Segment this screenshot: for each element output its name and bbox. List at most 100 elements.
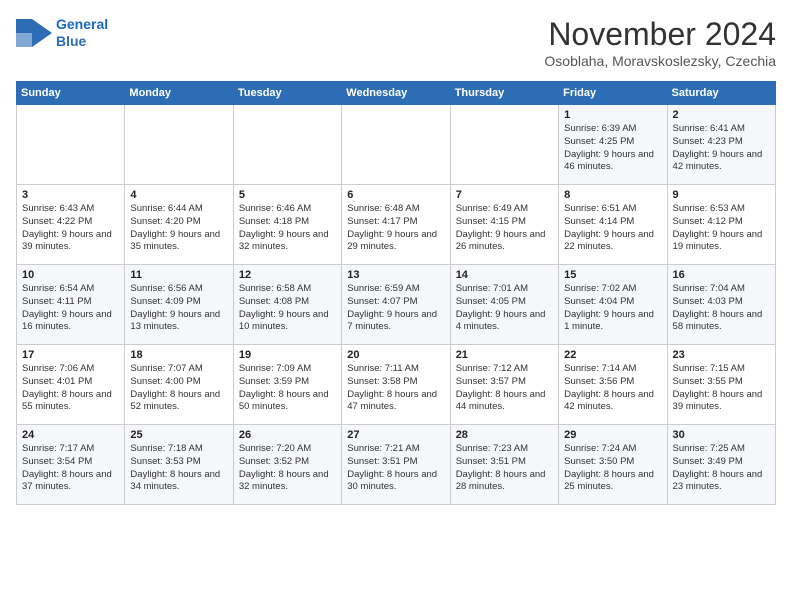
location: Osoblaha, Moravskoslezsky, Czechia bbox=[544, 53, 776, 69]
calendar-cell: 27Sunrise: 7:21 AM Sunset: 3:51 PM Dayli… bbox=[342, 425, 450, 505]
calendar-cell: 28 Sunrise: 7:23 AM Sunset: 3:51 PM Dayli… bbox=[450, 425, 558, 505]
col-header-sunday: Sunday bbox=[17, 82, 125, 105]
calendar-cell bbox=[17, 105, 125, 185]
calendar-cell: 11 Sunrise: 6:56 AM Sunset: 4:09 PM Dayli… bbox=[125, 265, 233, 345]
calendar-cell: 29 Sunrise: 7:24 AM Sunset: 3:50 PM Dayli… bbox=[559, 425, 667, 505]
calendar-cell: 21 Sunrise: 7:12 AM Sunset: 3:57 PM Dayli… bbox=[450, 345, 558, 425]
calendar-week-3: 10 Sunrise: 6:54 AM Sunset: 4:11 PM Dayli… bbox=[17, 265, 776, 345]
calendar-cell: 22Sunrise: 7:14 AM Sunset: 3:56 PM Dayli… bbox=[559, 345, 667, 425]
day-number: 11 bbox=[130, 269, 227, 281]
day-info: Sunrise: 6:54 AM Sunset: 4:11 PM Dayligh… bbox=[22, 283, 119, 334]
col-header-monday: Monday bbox=[125, 82, 233, 105]
day-info: Sunrise: 6:59 AM Sunset: 4:07 PM Dayligh… bbox=[347, 283, 444, 334]
day-info: Sunrise: 7:24 AM Sunset: 3:50 PM Dayligh… bbox=[564, 443, 661, 494]
calendar-cell: 10 Sunrise: 6:54 AM Sunset: 4:11 PM Dayli… bbox=[17, 265, 125, 345]
day-info: Sunrise: 6:56 AM Sunset: 4:09 PM Dayligh… bbox=[130, 283, 227, 334]
calendar-cell: 15 Sunrise: 7:02 AM Sunset: 4:04 PM Dayli… bbox=[559, 265, 667, 345]
day-info: Sunrise: 7:04 AM Sunset: 4:03 PM Dayligh… bbox=[673, 283, 770, 334]
calendar-cell: 20 Sunrise: 7:11 AM Sunset: 3:58 PM Dayli… bbox=[342, 345, 450, 425]
calendar-cell: 13 Sunrise: 6:59 AM Sunset: 4:07 PM Dayli… bbox=[342, 265, 450, 345]
day-info: Sunrise: 7:18 AM Sunset: 3:53 PM Dayligh… bbox=[130, 443, 227, 494]
day-info: Sunrise: 6:44 AM Sunset: 4:20 PM Dayligh… bbox=[130, 203, 227, 254]
calendar-cell bbox=[233, 105, 341, 185]
calendar-cell: 23Sunrise: 7:15 AM Sunset: 3:55 PM Dayli… bbox=[667, 345, 775, 425]
day-number: 20 bbox=[347, 349, 444, 361]
title-block: November 2024 Osoblaha, Moravskoslezsky,… bbox=[544, 16, 776, 69]
calendar-cell: 14Sunrise: 7:01 AM Sunset: 4:05 PM Dayli… bbox=[450, 265, 558, 345]
calendar-cell: 6 Sunrise: 6:48 AM Sunset: 4:17 PM Daylig… bbox=[342, 185, 450, 265]
day-info: Sunrise: 6:49 AM Sunset: 4:15 PM Dayligh… bbox=[456, 203, 553, 254]
day-info: Sunrise: 7:23 AM Sunset: 3:51 PM Dayligh… bbox=[456, 443, 553, 494]
calendar-cell: 30 Sunrise: 7:25 AM Sunset: 3:49 PM Dayli… bbox=[667, 425, 775, 505]
calendar-cell: 24 Sunrise: 7:17 AM Sunset: 3:54 PM Dayli… bbox=[17, 425, 125, 505]
day-number: 14 bbox=[456, 269, 553, 281]
day-info: Sunrise: 6:51 AM Sunset: 4:14 PM Dayligh… bbox=[564, 203, 661, 254]
calendar-table: SundayMondayTuesdayWednesdayThursdayFrid… bbox=[16, 81, 776, 505]
calendar-week-2: 3 Sunrise: 6:43 AM Sunset: 4:22 PM Daylig… bbox=[17, 185, 776, 265]
calendar-week-4: 17 Sunrise: 7:06 AM Sunset: 4:01 PM Dayli… bbox=[17, 345, 776, 425]
day-info: Sunrise: 6:43 AM Sunset: 4:22 PM Dayligh… bbox=[22, 203, 119, 254]
day-number: 24 bbox=[22, 429, 119, 441]
day-number: 16 bbox=[673, 269, 770, 281]
calendar-cell: 16 Sunrise: 7:04 AM Sunset: 4:03 PM Dayli… bbox=[667, 265, 775, 345]
day-info: Sunrise: 7:14 AM Sunset: 3:56 PM Dayligh… bbox=[564, 363, 661, 414]
day-info: Sunrise: 7:17 AM Sunset: 3:54 PM Dayligh… bbox=[22, 443, 119, 494]
calendar-header: SundayMondayTuesdayWednesdayThursdayFrid… bbox=[17, 82, 776, 105]
calendar-cell: 9 Sunrise: 6:53 AM Sunset: 4:12 PM Daylig… bbox=[667, 185, 775, 265]
day-info: Sunrise: 7:20 AM Sunset: 3:52 PM Dayligh… bbox=[239, 443, 336, 494]
calendar-cell: 5Sunrise: 6:46 AM Sunset: 4:18 PM Daylig… bbox=[233, 185, 341, 265]
day-number: 30 bbox=[673, 429, 770, 441]
day-info: Sunrise: 7:25 AM Sunset: 3:49 PM Dayligh… bbox=[673, 443, 770, 494]
calendar-cell bbox=[342, 105, 450, 185]
day-info: Sunrise: 7:12 AM Sunset: 3:57 PM Dayligh… bbox=[456, 363, 553, 414]
day-number: 7 bbox=[456, 189, 553, 201]
day-info: Sunrise: 7:02 AM Sunset: 4:04 PM Dayligh… bbox=[564, 283, 661, 334]
col-header-friday: Friday bbox=[559, 82, 667, 105]
day-number: 4 bbox=[130, 189, 227, 201]
day-info: Sunrise: 6:53 AM Sunset: 4:12 PM Dayligh… bbox=[673, 203, 770, 254]
calendar-cell: 4 Sunrise: 6:44 AM Sunset: 4:20 PM Daylig… bbox=[125, 185, 233, 265]
calendar-week-1: 1 Sunrise: 6:39 AM Sunset: 4:25 PM Daylig… bbox=[17, 105, 776, 185]
col-header-thursday: Thursday bbox=[450, 82, 558, 105]
day-info: Sunrise: 7:07 AM Sunset: 4:00 PM Dayligh… bbox=[130, 363, 227, 414]
calendar-cell: 1 Sunrise: 6:39 AM Sunset: 4:25 PM Daylig… bbox=[559, 105, 667, 185]
day-number: 1 bbox=[564, 109, 661, 121]
day-number: 2 bbox=[673, 109, 770, 121]
calendar-cell: 7 Sunrise: 6:49 AM Sunset: 4:15 PM Daylig… bbox=[450, 185, 558, 265]
day-info: Sunrise: 7:09 AM Sunset: 3:59 PM Dayligh… bbox=[239, 363, 336, 414]
calendar-cell: 17 Sunrise: 7:06 AM Sunset: 4:01 PM Dayli… bbox=[17, 345, 125, 425]
calendar-week-5: 24 Sunrise: 7:17 AM Sunset: 3:54 PM Dayli… bbox=[17, 425, 776, 505]
page-header: General Blue November 2024 Osoblaha, Mor… bbox=[16, 16, 776, 69]
logo-line2: Blue bbox=[56, 33, 86, 49]
calendar-cell bbox=[125, 105, 233, 185]
calendar-cell bbox=[450, 105, 558, 185]
day-info: Sunrise: 6:39 AM Sunset: 4:25 PM Dayligh… bbox=[564, 123, 661, 174]
logo: General Blue bbox=[16, 16, 108, 50]
day-number: 8 bbox=[564, 189, 661, 201]
calendar-cell: 26 Sunrise: 7:20 AM Sunset: 3:52 PM Dayli… bbox=[233, 425, 341, 505]
col-header-wednesday: Wednesday bbox=[342, 82, 450, 105]
day-info: Sunrise: 7:21 AM Sunset: 3:51 PM Dayligh… bbox=[347, 443, 444, 494]
col-header-saturday: Saturday bbox=[667, 82, 775, 105]
logo-icon bbox=[16, 19, 52, 47]
day-info: Sunrise: 6:58 AM Sunset: 4:08 PM Dayligh… bbox=[239, 283, 336, 334]
day-info: Sunrise: 6:41 AM Sunset: 4:23 PM Dayligh… bbox=[673, 123, 770, 174]
day-number: 13 bbox=[347, 269, 444, 281]
day-number: 23 bbox=[673, 349, 770, 361]
day-info: Sunrise: 6:46 AM Sunset: 4:18 PM Dayligh… bbox=[239, 203, 336, 254]
day-number: 9 bbox=[673, 189, 770, 201]
day-number: 6 bbox=[347, 189, 444, 201]
day-number: 21 bbox=[456, 349, 553, 361]
day-number: 28 bbox=[456, 429, 553, 441]
day-number: 18 bbox=[130, 349, 227, 361]
day-info: Sunrise: 6:48 AM Sunset: 4:17 PM Dayligh… bbox=[347, 203, 444, 254]
day-number: 26 bbox=[239, 429, 336, 441]
day-number: 3 bbox=[22, 189, 119, 201]
day-number: 10 bbox=[22, 269, 119, 281]
day-number: 17 bbox=[22, 349, 119, 361]
logo-text: General Blue bbox=[56, 16, 108, 50]
day-info: Sunrise: 7:06 AM Sunset: 4:01 PM Dayligh… bbox=[22, 363, 119, 414]
day-info: Sunrise: 7:11 AM Sunset: 3:58 PM Dayligh… bbox=[347, 363, 444, 414]
day-number: 15 bbox=[564, 269, 661, 281]
day-number: 29 bbox=[564, 429, 661, 441]
